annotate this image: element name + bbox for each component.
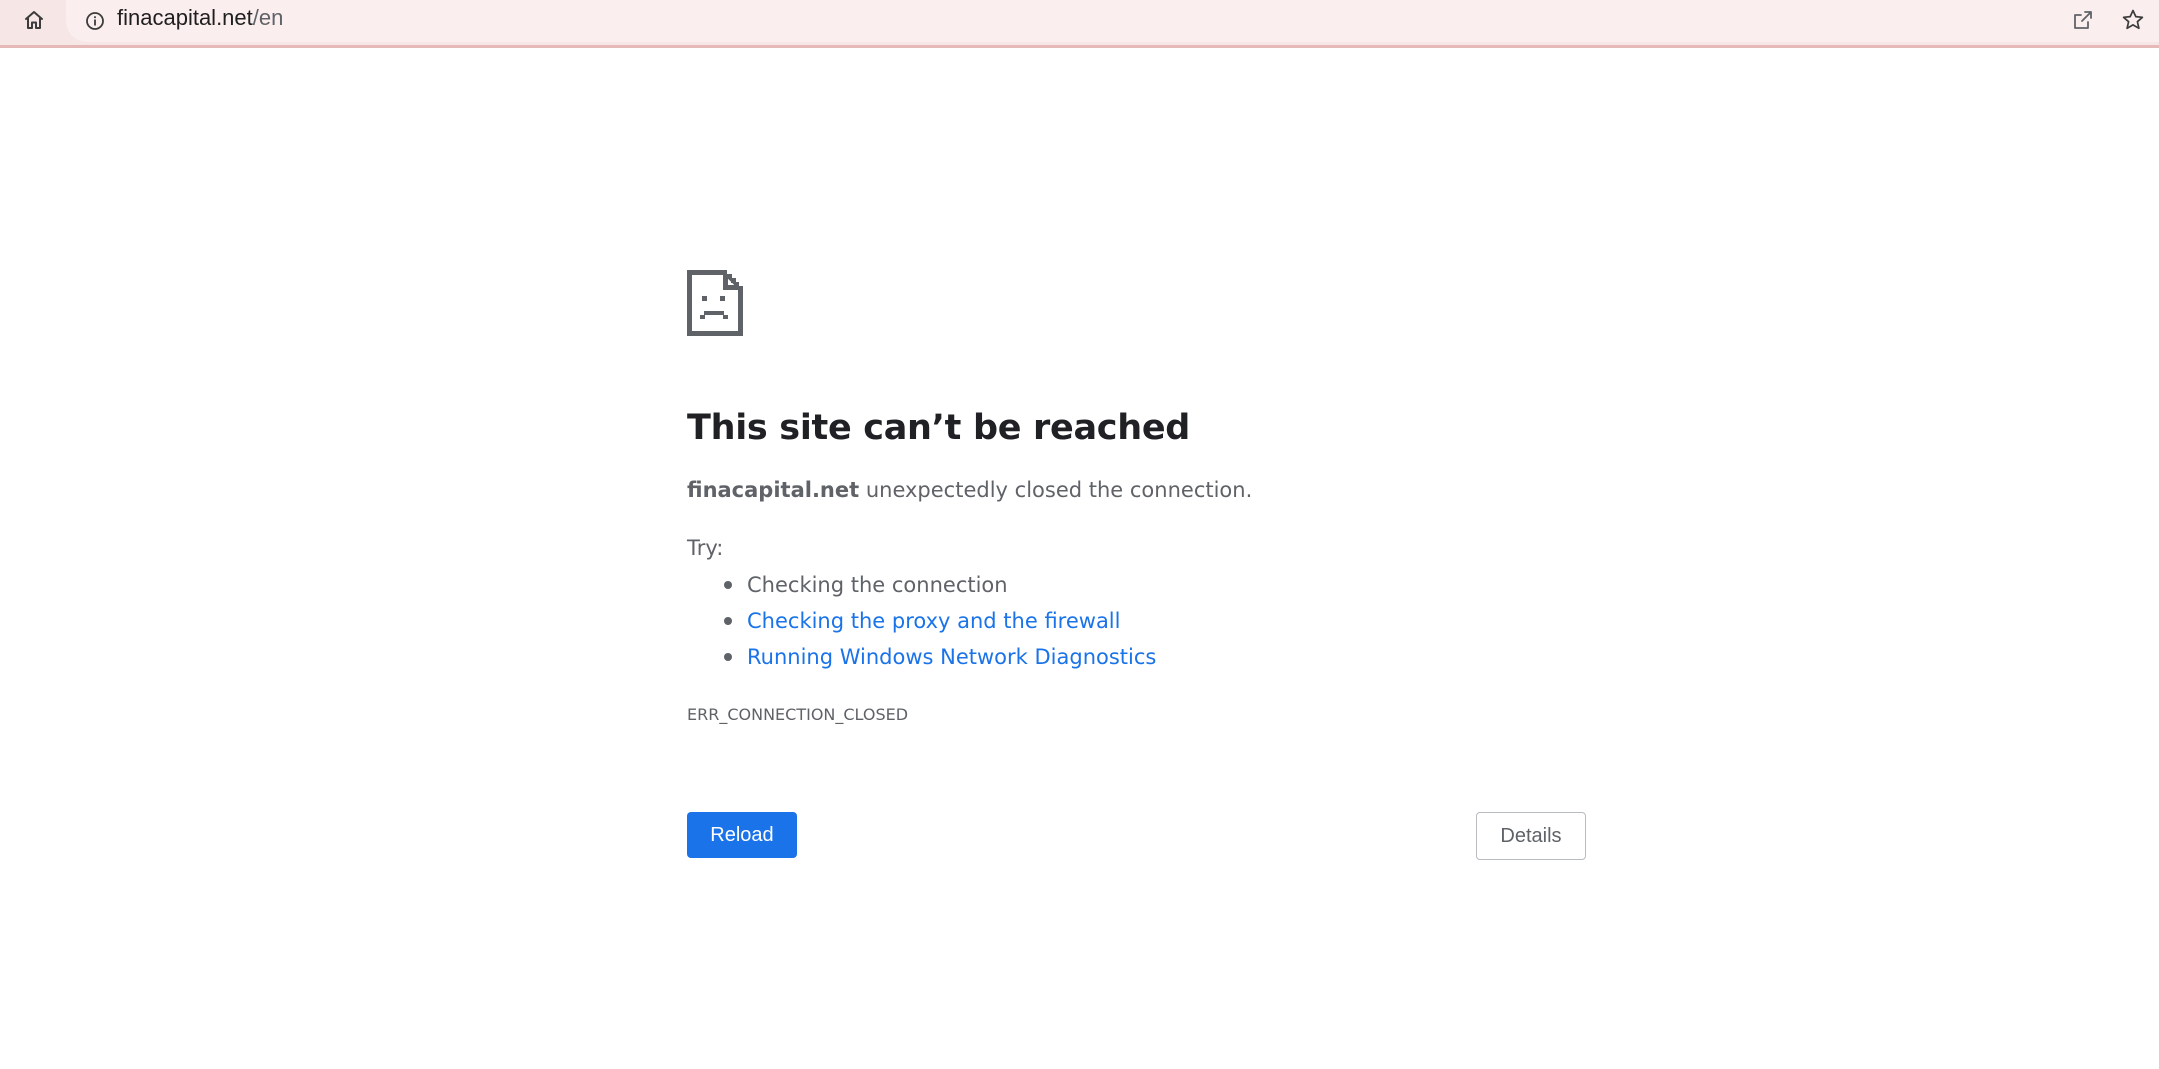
suggestion-check-proxy-firewall[interactable]: Checking the proxy and the firewall bbox=[687, 603, 1587, 639]
suggestions-list: Checking the connection Checking the pro… bbox=[687, 567, 1587, 675]
bullet bbox=[724, 617, 732, 625]
error-host: finacapital.net bbox=[687, 478, 860, 502]
network-diagnostics-link[interactable]: Running Windows Network Diagnostics bbox=[747, 645, 1156, 669]
suggestion-network-diagnostics[interactable]: Running Windows Network Diagnostics bbox=[687, 639, 1587, 675]
error-message-text: unexpectedly closed the connection. bbox=[859, 478, 1253, 502]
error-message: finacapital.net unexpectedly closed the … bbox=[687, 475, 1587, 505]
share-button[interactable] bbox=[2064, 2, 2102, 38]
error-heading: This site can’t be reached bbox=[687, 408, 1191, 448]
try-label: Try: bbox=[687, 536, 724, 560]
share-icon bbox=[2074, 11, 2092, 29]
url-domain: finacapital.net bbox=[117, 5, 253, 30]
error-page: This site can’t be reached finacapital.n… bbox=[687, 270, 1587, 725]
browser-toolbar: finacapital.net/en bbox=[0, 0, 2159, 48]
address-bar[interactable]: finacapital.net/en bbox=[66, 0, 2159, 42]
reload-button[interactable]: Reload bbox=[687, 812, 797, 858]
suggestion-label: Checking the connection bbox=[747, 573, 1008, 597]
info-icon bbox=[86, 12, 104, 30]
url-path: /en bbox=[252, 5, 284, 30]
home-button[interactable] bbox=[14, 2, 54, 38]
details-button[interactable]: Details bbox=[1476, 812, 1586, 860]
bullet bbox=[724, 653, 732, 661]
site-info-button[interactable] bbox=[82, 8, 108, 34]
bookmark-button[interactable] bbox=[2114, 2, 2152, 38]
star-icon bbox=[2122, 9, 2144, 30]
proxy-firewall-link[interactable]: Checking the proxy and the firewall bbox=[747, 609, 1120, 633]
url-text[interactable]: finacapital.net/en bbox=[117, 3, 283, 33]
bullet bbox=[724, 581, 732, 589]
error-code: ERR_CONNECTION_CLOSED bbox=[687, 705, 909, 724]
home-icon bbox=[25, 11, 43, 29]
sad-page-icon bbox=[687, 270, 743, 336]
suggestion-check-connection: Checking the connection bbox=[687, 567, 1587, 603]
